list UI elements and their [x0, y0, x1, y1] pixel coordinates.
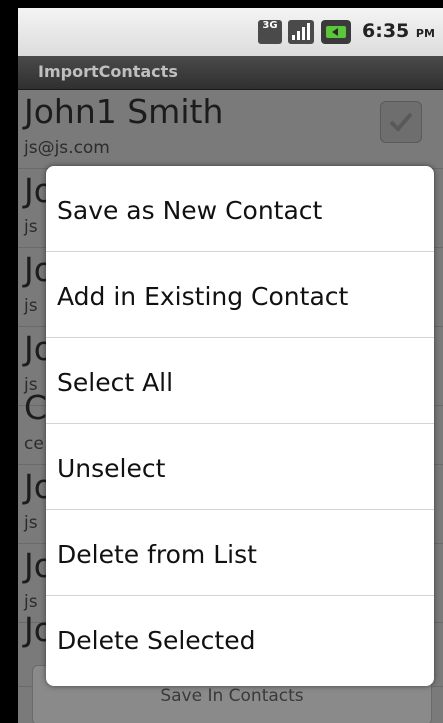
- clock-ampm: PM: [415, 27, 435, 40]
- app-title-bar: ImportContacts: [18, 56, 443, 90]
- save-button-label: Save In Contacts: [160, 686, 304, 706]
- clock-time: 6:35: [362, 20, 410, 42]
- signal-strength-icon: [288, 20, 314, 44]
- menu-item-unselect[interactable]: Unselect: [46, 424, 434, 510]
- menu-item-label: Save as New Contact: [57, 196, 323, 225]
- device-frame-top: [0, 0, 443, 8]
- menu-item-label: Delete Selected: [57, 626, 256, 655]
- contact-name: C: [24, 388, 48, 427]
- network-label: 3G: [262, 20, 278, 31]
- checkmark-icon: [389, 112, 413, 132]
- menu-item-select-all[interactable]: Select All: [46, 338, 434, 424]
- contact-email: js: [24, 513, 38, 533]
- network-3g-icon: 3G: [258, 20, 282, 44]
- menu-item-label: Select All: [57, 368, 174, 397]
- phone-screen: 3G 6:35 PM ImportContacts John1 Smith js…: [18, 8, 443, 723]
- contact-name: John1 Smith: [24, 92, 224, 131]
- menu-item-delete-selected[interactable]: Delete Selected: [46, 596, 434, 681]
- list-item[interactable]: John1 Smith js@js.com: [18, 90, 443, 169]
- menu-item-label: Add in Existing Contact: [57, 282, 349, 311]
- contact-email: js: [24, 296, 38, 316]
- contact-checkbox[interactable]: [380, 101, 422, 143]
- contact-email: js@js.com: [24, 138, 110, 158]
- contact-email: js: [24, 217, 38, 237]
- context-menu-dialog: Save as New Contact Add in Existing Cont…: [46, 166, 434, 686]
- status-clock: 6:35 PM: [362, 20, 435, 42]
- contact-email: ce: [24, 434, 44, 454]
- battery-icon: [321, 20, 351, 44]
- menu-item-delete-from-list[interactable]: Delete from List: [46, 510, 434, 596]
- menu-item-label: Delete from List: [57, 540, 257, 569]
- status-bar: 3G 6:35 PM: [18, 8, 443, 56]
- menu-item-add-in-existing-contact[interactable]: Add in Existing Contact: [46, 252, 434, 338]
- menu-item-label: Unselect: [57, 454, 166, 483]
- device-frame-left: [0, 0, 18, 723]
- app-title: ImportContacts: [38, 62, 178, 81]
- menu-item-save-as-new-contact[interactable]: Save as New Contact: [46, 166, 434, 252]
